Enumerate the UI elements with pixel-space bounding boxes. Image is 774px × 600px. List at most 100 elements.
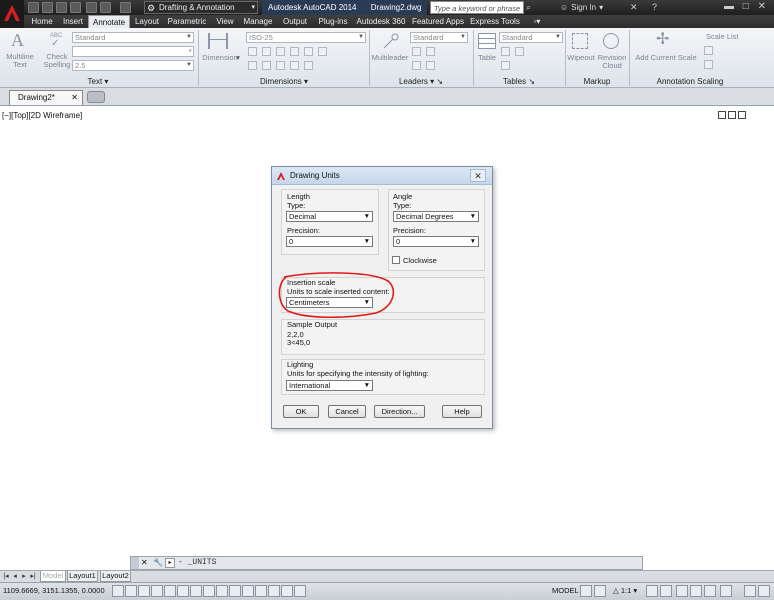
infer-constraints-icon[interactable] (112, 585, 124, 597)
new-icon[interactable] (28, 2, 39, 13)
close-icon[interactable] (738, 111, 746, 119)
dim-tool-icon[interactable] (248, 47, 257, 56)
drag-handle[interactable] (131, 557, 139, 569)
help-button[interactable]: Help (442, 405, 482, 418)
tab-layout2[interactable]: Layout2 (100, 571, 131, 582)
table-style-select[interactable]: Standard ▼ (499, 32, 563, 43)
find-text-input[interactable]: ⌕ (72, 46, 194, 57)
plot-icon[interactable] (86, 2, 97, 13)
multiline-text-button[interactable]: Multiline Text (3, 53, 37, 69)
quick-properties-icon[interactable] (268, 585, 280, 597)
help-icon[interactable]: ? (652, 0, 657, 15)
dim-tool-icon[interactable] (262, 47, 271, 56)
tab-output[interactable]: Output (278, 15, 312, 28)
workspace-switching-icon[interactable] (676, 585, 688, 597)
transparency-icon[interactable] (255, 585, 267, 597)
add-scale-icon[interactable]: ✢ (656, 32, 669, 48)
tab-parametric[interactable]: Parametric (164, 15, 210, 28)
dimension-style-select[interactable]: ISO-25 ▼ (246, 32, 366, 43)
doc-tab-drawing2[interactable]: Drawing2* ✕ (9, 90, 83, 105)
ribbon-minimize-icon[interactable]: ▫▾ (530, 15, 544, 28)
open-icon[interactable] (42, 2, 53, 13)
dimensions-panel-label[interactable]: Dimensions ▾ (200, 76, 368, 87)
close-icon[interactable]: ✕ (758, 1, 766, 12)
scale-tool-icon[interactable] (704, 46, 713, 55)
annotation-visibility-icon[interactable] (646, 585, 658, 597)
table-icon[interactable] (478, 33, 496, 49)
table-button[interactable]: Table (474, 54, 500, 62)
table-tool-icon[interactable] (501, 61, 510, 70)
tab-layout1[interactable]: Layout1 (67, 571, 98, 582)
dim-tool-icon[interactable] (304, 47, 313, 56)
tab-manage[interactable]: Manage (240, 15, 276, 28)
multiline-text-icon[interactable]: A (11, 31, 24, 49)
tab-home[interactable]: Home (28, 15, 56, 28)
tab-annotate[interactable]: Annotate (88, 15, 130, 28)
clockwise-checkbox[interactable] (392, 256, 400, 264)
leader-tool-icon[interactable] (426, 47, 435, 56)
tab-model[interactable]: Model (40, 571, 66, 582)
tab-autodesk-360[interactable]: Autodesk 360 (354, 15, 408, 28)
exchange-icon[interactable]: ✕ (630, 0, 638, 15)
cancel-button[interactable]: Cancel (328, 405, 366, 418)
wrench-icon[interactable]: 🔧 (153, 557, 163, 569)
new-tab-button[interactable] (87, 91, 105, 103)
clean-screen-icon[interactable] (744, 585, 756, 597)
osnap-icon[interactable] (177, 585, 189, 597)
command-input[interactable]: - _UNITS (178, 557, 216, 569)
grid-icon[interactable] (138, 585, 150, 597)
next-tab-icon[interactable]: ▸ (20, 572, 28, 581)
lineweight-icon[interactable] (242, 585, 254, 597)
check-spelling-button[interactable]: Check Spelling (42, 53, 72, 69)
hardware-acceleration-icon[interactable] (704, 585, 716, 597)
command-line[interactable]: ✕ 🔧 ▸ - _UNITS (130, 556, 643, 570)
otrack-icon[interactable] (203, 585, 215, 597)
direction-button[interactable]: Direction... (374, 405, 425, 418)
workspace-switcher[interactable]: ⚙ Drafting & Annotation ▾ (144, 1, 258, 14)
angle-precision-select[interactable]: 0 ▼ (393, 236, 479, 247)
tab-view[interactable]: View (212, 15, 238, 28)
revision-cloud-icon[interactable] (603, 33, 619, 49)
redo-icon[interactable] (120, 2, 131, 13)
tables-panel-label[interactable]: Tables ↘ (474, 76, 564, 87)
ducs-icon[interactable] (216, 585, 228, 597)
last-tab-icon[interactable]: ▸| (29, 572, 37, 581)
sign-in-button[interactable]: ☺ Sign In ▾ (560, 0, 603, 15)
leader-tool-icon[interactable] (412, 61, 421, 70)
dyn-icon[interactable] (229, 585, 241, 597)
table-tool-icon[interactable] (515, 47, 524, 56)
selection-cycling-icon[interactable] (281, 585, 293, 597)
text-style-select[interactable]: Standard ▼ (72, 32, 194, 43)
text-height-select[interactable]: 2.5 ▼ (72, 60, 194, 71)
scale-list-button[interactable]: Scale List (706, 33, 750, 41)
first-tab-icon[interactable]: |◂ (2, 572, 10, 581)
maximize-icon[interactable]: □ (743, 1, 749, 12)
model-space-button[interactable]: MODEL (552, 584, 579, 598)
dim-tool-icon[interactable] (290, 47, 299, 56)
snap-icon[interactable] (125, 585, 137, 597)
multileader-icon[interactable] (381, 32, 401, 50)
dialog-title-bar[interactable]: Drawing Units ✕ (272, 167, 492, 185)
minimize-icon[interactable] (718, 111, 726, 119)
application-menu-button[interactable] (0, 0, 24, 28)
dim-tool-icon[interactable] (276, 47, 285, 56)
tab-layout[interactable]: Layout (132, 15, 162, 28)
polar-icon[interactable] (164, 585, 176, 597)
add-current-scale-button[interactable]: Add Current Scale (634, 54, 698, 62)
lighting-units-select[interactable]: International ▼ (286, 380, 373, 391)
tab-insert[interactable]: Insert (58, 15, 88, 28)
table-tool-icon[interactable] (501, 47, 510, 56)
ortho-icon[interactable] (151, 585, 163, 597)
prev-tab-icon[interactable]: ◂ (11, 572, 19, 581)
tab-express-tools[interactable]: Express Tools (468, 15, 522, 28)
coordinates-readout[interactable]: 1109.6669, 3151.1355, 0.0000 (3, 584, 105, 598)
leader-tool-icon[interactable] (412, 47, 421, 56)
dim-tool-icon[interactable] (262, 61, 271, 70)
wipeout-icon[interactable] (572, 33, 588, 49)
restore-icon[interactable] (728, 111, 736, 119)
save-as-icon[interactable] (70, 2, 81, 13)
save-icon[interactable] (56, 2, 67, 13)
dimension-icon[interactable] (208, 33, 228, 49)
search-input[interactable]: Type a keyword or phrase (430, 1, 524, 14)
3d-osnap-icon[interactable] (190, 585, 202, 597)
